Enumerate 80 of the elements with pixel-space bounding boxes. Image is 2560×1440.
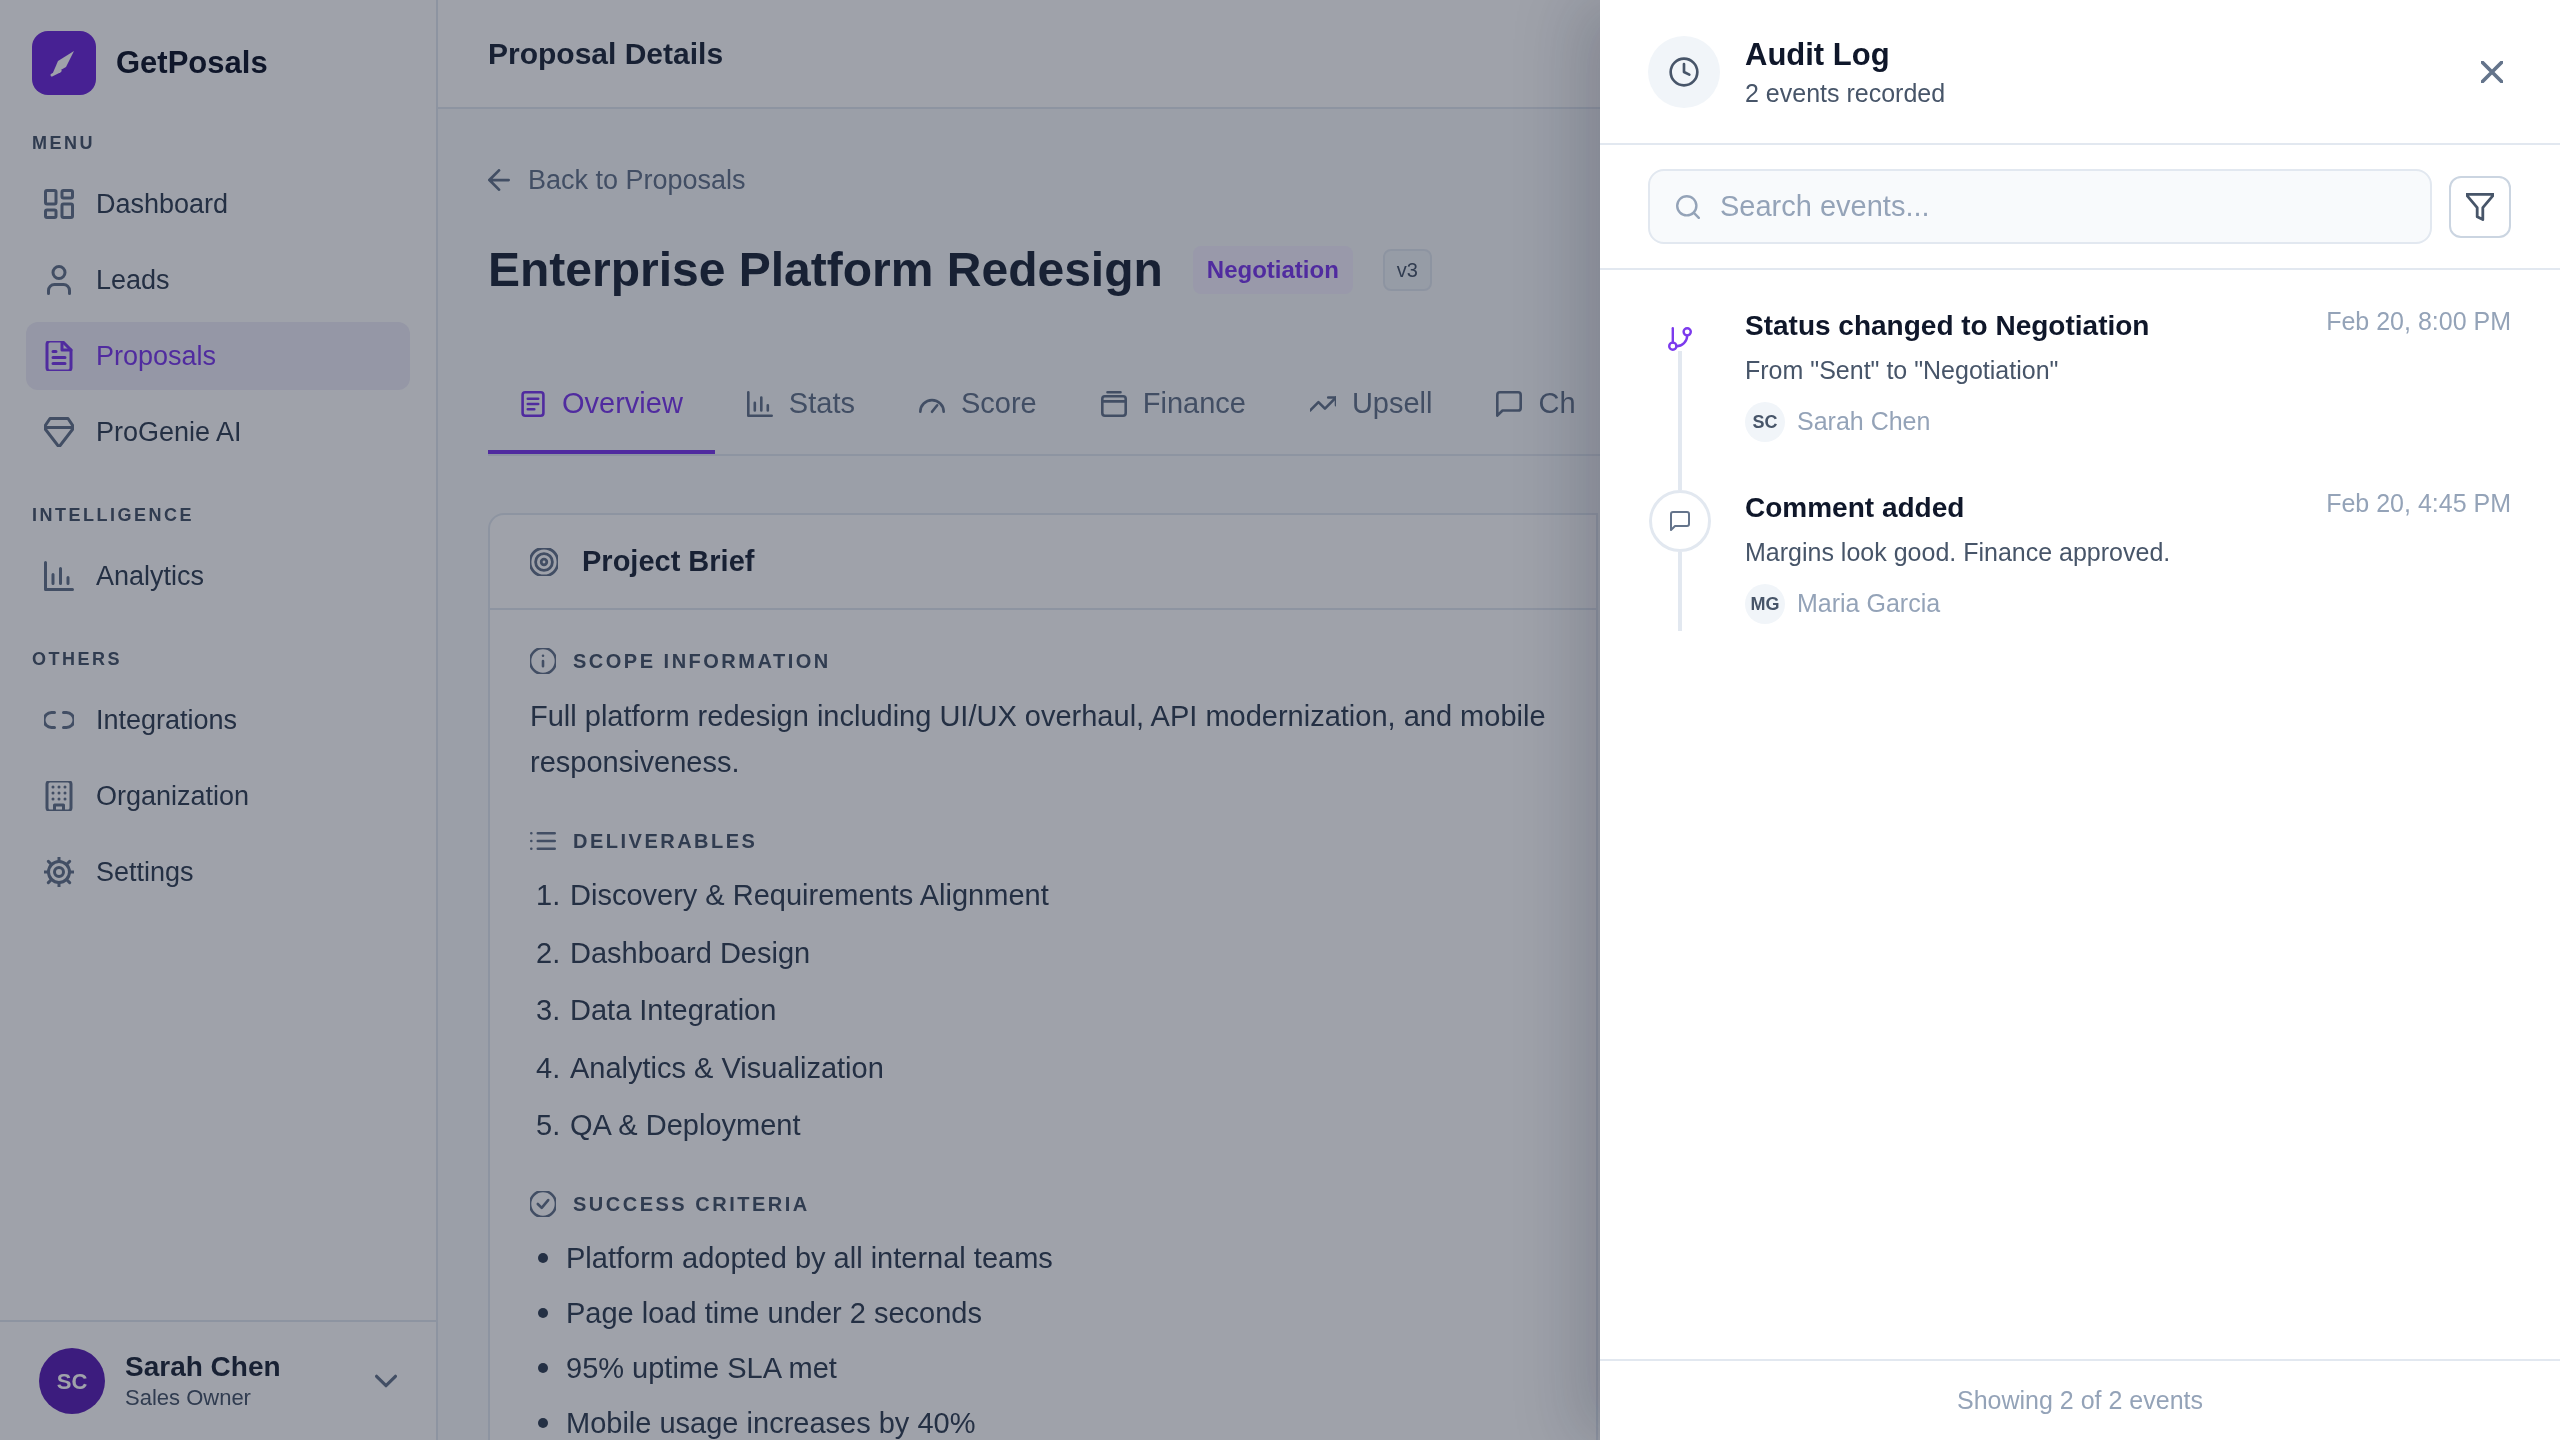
list-icon — [520, 391, 546, 417]
section-heading: SCOPE INFORMATION — [573, 649, 831, 674]
criteria-item: Platform adopted by all internal teams — [566, 1240, 1053, 1275]
sidebar-item[interactable]: Settings — [26, 838, 410, 906]
deliverable-item: 3. Data Integration — [535, 993, 778, 1028]
status-badge: Negotiation — [1192, 246, 1353, 294]
section-heading: MENU — [31, 132, 96, 155]
building-icon — [44, 781, 74, 811]
comment-icon — [1649, 490, 1711, 552]
document-icon — [44, 341, 74, 371]
bullet-icon — [538, 1307, 548, 1318]
clock-icon — [1648, 35, 1720, 108]
user-avatar: MG — [1745, 584, 1785, 624]
section-heading: INTELLIGENCE — [31, 504, 195, 527]
bar-chart-icon — [44, 561, 74, 591]
event-description: Margins look good. Finance approved. — [1745, 537, 2172, 568]
deliverable-item: 2. Dashboard Design — [535, 935, 812, 971]
sidebar-item[interactable]: ProGenie AI — [26, 398, 410, 466]
actor-name: Maria Garcia — [1797, 588, 1941, 620]
tab[interactable]: Finance — [1068, 358, 1278, 454]
user-icon — [44, 265, 74, 295]
info-icon — [530, 648, 556, 674]
event-time: Feb 20, 4:45 PM — [2326, 490, 2511, 516]
bar-chart-icon — [746, 391, 773, 417]
section-heading: SUCCESS CRITERIA — [573, 1191, 810, 1217]
branch-icon — [1668, 327, 1692, 351]
page-title: Proposal Details — [488, 36, 724, 72]
message-icon — [1496, 391, 1523, 417]
criteria-item: Page load time under 2 seconds — [566, 1295, 982, 1330]
panel-title: Audit Log — [1745, 35, 1891, 74]
user-avatar: SC — [1745, 402, 1785, 442]
wallet-icon — [1100, 391, 1127, 417]
search-field[interactable]: Search events... — [1648, 169, 2432, 244]
criteria-item: 95% uptime SLA met — [566, 1350, 837, 1385]
sidebar-item[interactable]: Proposals — [26, 322, 410, 390]
logo-icon — [32, 31, 96, 95]
deliverable-item: 5. QA & Deployment — [535, 1108, 802, 1143]
bullet-icon — [538, 1417, 548, 1428]
section-heading: DELIVERABLES — [573, 829, 758, 854]
version-badge: v3 — [1382, 249, 1432, 291]
sidebar-item[interactable]: Analytics — [26, 542, 410, 610]
event-time: Feb 20, 8:00 PM — [2326, 308, 2511, 334]
bullet-icon — [538, 1252, 548, 1263]
tab[interactable]: Score — [886, 358, 1069, 454]
card-title: Project Brief — [582, 543, 755, 579]
scope-text: Full platform redesign including UI/UX overhaul, API modernization, and mobile responsiveness. — [530, 699, 1547, 780]
search-icon — [1676, 194, 1700, 219]
deliverable-item: 4. Analytics & Visualization — [535, 1050, 885, 1086]
user-avatar: SC — [39, 1348, 105, 1414]
tab[interactable]: Overview — [488, 358, 715, 454]
event-title: Status changed to Negotiation — [1745, 309, 2150, 343]
user-role: Sales Owner — [125, 1384, 252, 1412]
filter-icon — [2466, 192, 2494, 221]
user-name: Sarah Chen — [125, 1350, 282, 1384]
event-title: Comment added — [1745, 491, 1965, 525]
sidebar-item[interactable]: Leads — [26, 246, 410, 314]
deliverable-item: 1. Discovery & Requirements Alignment — [535, 878, 1050, 913]
criteria-item: Mobile usage increases by 40% — [566, 1405, 976, 1440]
section-heading: OTHERS — [31, 648, 123, 671]
filter-button[interactable] — [2449, 175, 2511, 238]
tab[interactable]: Ch — [1464, 358, 1600, 454]
proposal-title: Enterprise Platform Redesign — [488, 242, 1163, 298]
event-description: From "Sent" to "Negotiation" — [1745, 355, 2060, 386]
bullet-icon — [538, 1362, 548, 1373]
target-icon — [530, 547, 558, 576]
settings-icon — [44, 857, 74, 887]
brand-name: GetPosals — [116, 43, 268, 82]
result-count: Showing 2 of 2 events — [1957, 1384, 2203, 1416]
tab[interactable]: Upsell — [1277, 358, 1465, 454]
close-icon — [2481, 60, 2503, 83]
arrow-left-icon — [488, 169, 510, 191]
sidebar-item[interactable]: Integrations — [26, 686, 410, 754]
event-count: 2 events recorded — [1745, 77, 1947, 108]
back-link[interactable]: Back to Proposals — [488, 164, 746, 196]
dashboard-icon — [44, 189, 74, 219]
tab[interactable]: Stats — [714, 358, 887, 454]
sidebar-item[interactable]: Organization — [26, 762, 410, 830]
gem-icon — [44, 417, 74, 447]
sidebar-item[interactable]: Dashboard — [26, 170, 410, 238]
actor-name: Sarah Chen — [1797, 406, 1931, 438]
